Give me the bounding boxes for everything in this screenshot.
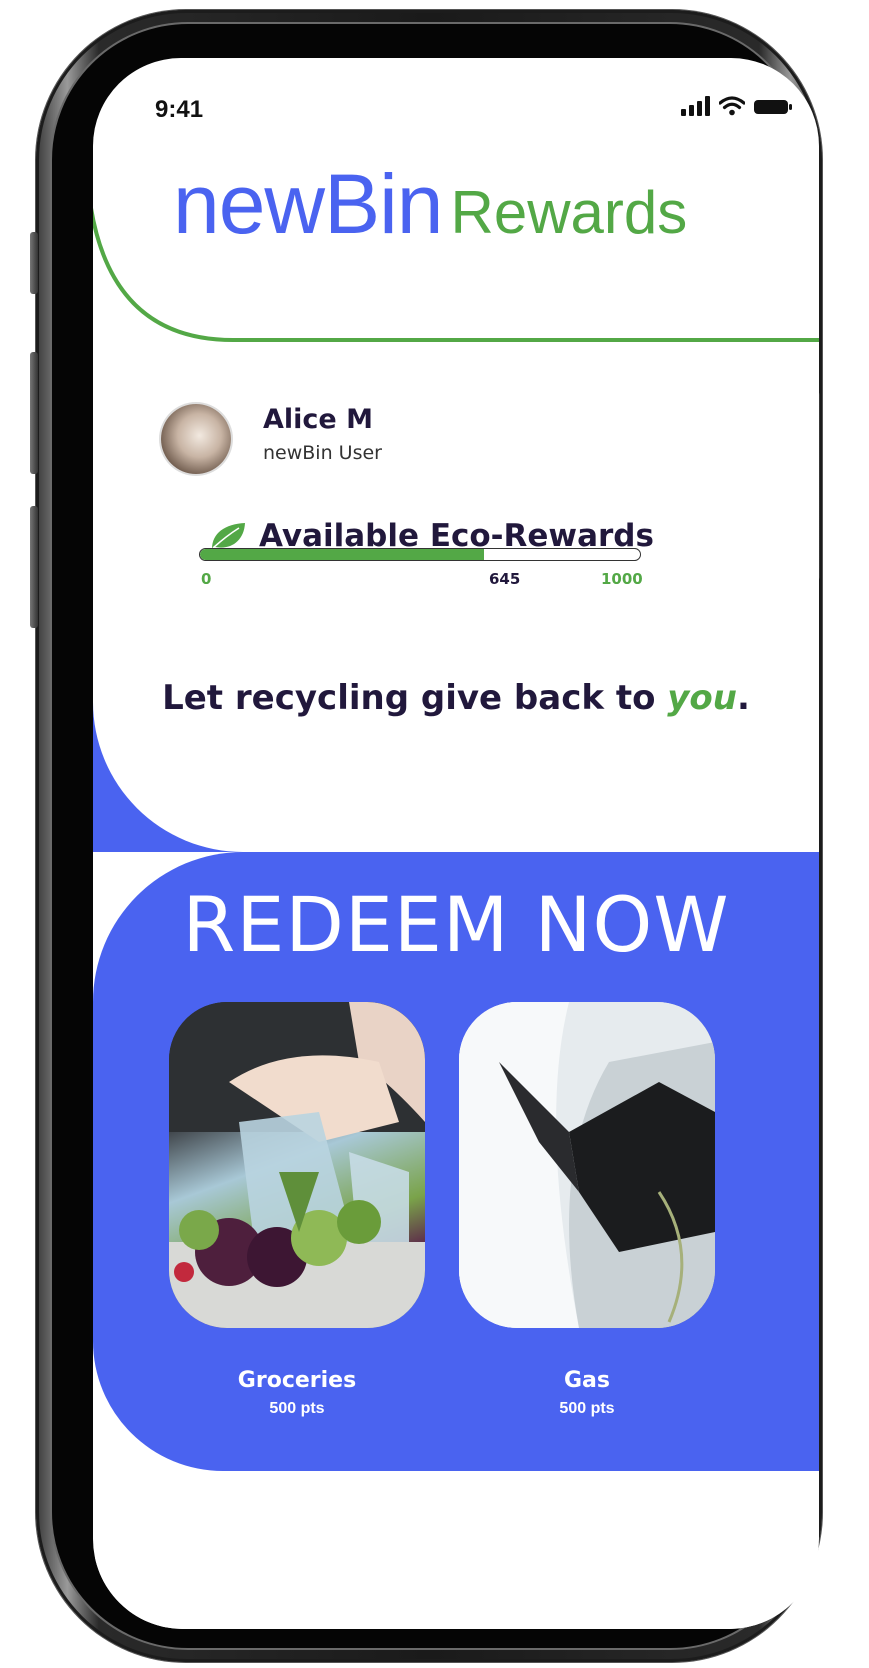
progress-min-label: 0 (201, 570, 212, 588)
user-name: Alice M (263, 404, 373, 435)
tagline-end: . (737, 678, 750, 718)
tagline: Let recycling give back to you. (93, 678, 819, 718)
app-screen: 9:41 newBinRewards Alice M newBin User (93, 58, 819, 1629)
user-role: newBin User (263, 442, 382, 464)
volume-down-button (30, 506, 38, 628)
progress-max-label: 1000 (601, 570, 643, 588)
home-area (93, 1558, 819, 1629)
app-logo: newBin Rewards (173, 162, 687, 246)
gas-photo (459, 1002, 715, 1328)
groceries-reward-label: Groceries (237, 1368, 357, 1393)
logo-brand: newBin (173, 157, 444, 251)
eco-rewards-progress-bar (199, 548, 641, 561)
silent-switch (30, 232, 38, 294)
eco-rewards-progress-fill (200, 549, 484, 560)
panel-corner (93, 698, 819, 852)
volume-up-button (30, 352, 38, 474)
progress-current-label: 645 (489, 570, 521, 588)
gas-reward-card[interactable] (459, 1002, 715, 1328)
logo-subtitle: Rewards (450, 179, 688, 246)
groceries-reward-points: 500 pts (269, 1400, 325, 1417)
gas-reward-points: 500 pts (559, 1400, 615, 1417)
groceries-reward-card[interactable] (169, 1002, 425, 1328)
redeem-title: REDEEM NOW (182, 880, 730, 969)
leaf-icon (212, 523, 245, 549)
groceries-photo (169, 1002, 425, 1328)
gas-reward-label: Gas (564, 1368, 610, 1393)
tagline-text: Let recycling give back to (162, 678, 668, 718)
tagline-emphasis: you (667, 678, 737, 718)
avatar[interactable] (161, 404, 231, 474)
